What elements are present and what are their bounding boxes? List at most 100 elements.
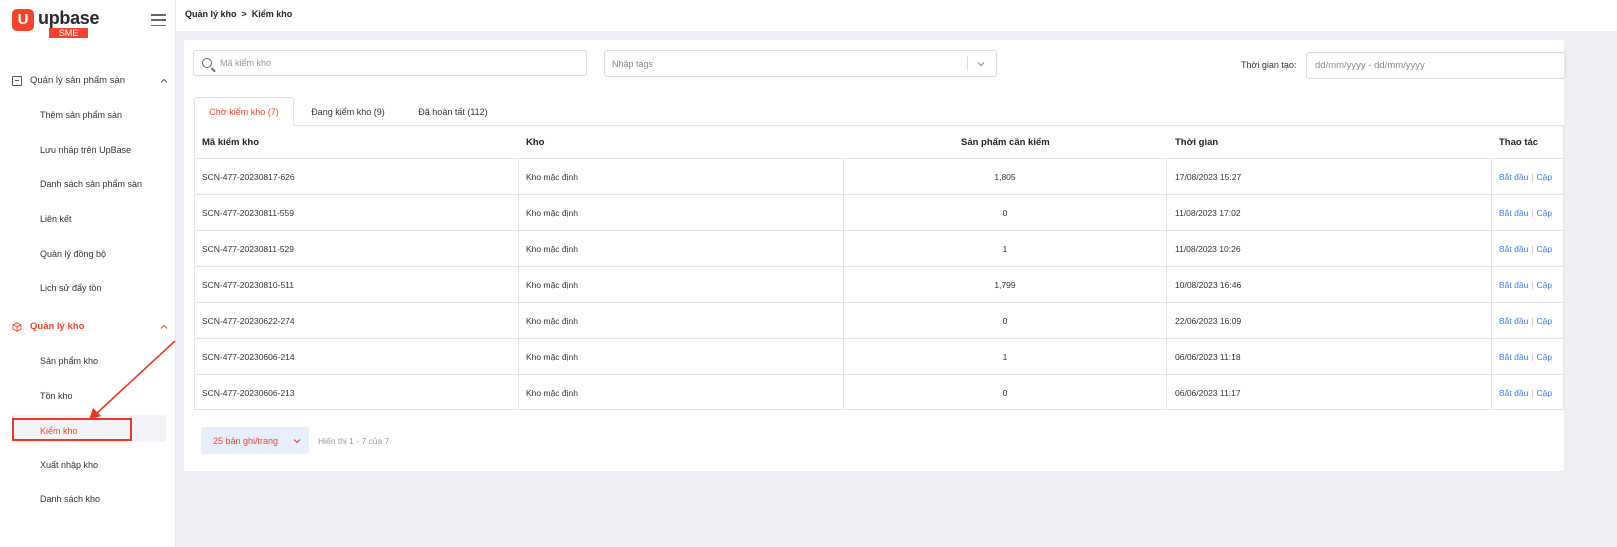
tags-select[interactable]: Nhập tags <box>604 50 997 77</box>
sidebar-group-warehouse[interactable]: Quản lý kho <box>12 321 168 332</box>
update-link[interactable]: Cập <box>1537 172 1553 182</box>
sidebar-item-links[interactable]: Liên kết <box>40 214 72 224</box>
column-header-actions: Thao tác <box>1499 137 1539 148</box>
table-row: SCN-477-20230811-529 Kho mặc định 1 11/0… <box>195 231 1563 267</box>
update-link[interactable]: Cập <box>1537 352 1553 362</box>
row-actions: Bắt đầu | Cập <box>1499 316 1553 326</box>
sidebar-item-inventory[interactable]: Tồn kho <box>40 391 73 401</box>
top-bar <box>176 0 1617 31</box>
cell-code: SCN-477-20230817-626 <box>202 172 295 182</box>
start-link[interactable]: Bắt đầu <box>1499 316 1528 326</box>
sidebar-item-import-export[interactable]: Xuất nhập kho <box>40 460 98 470</box>
cell-products: 1 <box>1002 352 1008 362</box>
chevron-up-icon <box>160 78 168 83</box>
search-icon <box>202 58 212 68</box>
tags-placeholder: Nhập tags <box>612 58 654 69</box>
cell-time: 11/08/2023 17:02 <box>1175 208 1241 218</box>
cell-products: 0 <box>1002 388 1008 398</box>
cell-warehouse: Kho mặc định <box>526 208 578 218</box>
table-row: SCN-477-20230811-559 Kho mặc định 0 11/0… <box>195 195 1563 231</box>
start-link[interactable]: Bắt đầu <box>1499 352 1528 362</box>
pagination-info: Hiển thị 1 - 7 của 7 <box>318 436 390 446</box>
cell-time: 10/08/2023 16:46 <box>1175 280 1242 290</box>
row-actions: Bắt đầu | Cập <box>1499 352 1553 362</box>
stock-check-table: Mã kiểm kho Kho Sản phẩm cần kiểm Thời g… <box>194 125 1564 410</box>
cell-warehouse: Kho mặc định <box>526 244 578 254</box>
sidebar-item-sync[interactable]: Quản lý đồng bộ <box>40 249 106 259</box>
cell-products: 1,805 <box>994 172 1016 182</box>
cell-code: SCN-477-20230606-213 <box>202 388 295 398</box>
sidebar-item-warehouse-products[interactable]: Sản phẩm kho <box>40 356 98 366</box>
cell-time: 17/08/2023 15:27 <box>1175 172 1242 182</box>
table-row: SCN-477-20230817-626 Kho mặc định 1,805 … <box>195 159 1563 195</box>
cell-products: 1,799 <box>994 280 1016 290</box>
sidebar-item-product-list[interactable]: Danh sách sản phẩm sàn <box>40 179 142 189</box>
cell-time: 06/06/2023 11:17 <box>1175 388 1241 398</box>
start-link[interactable]: Bắt đầu <box>1499 244 1528 254</box>
row-actions: Bắt đầu | Cập <box>1499 388 1553 398</box>
menu-toggle-icon[interactable] <box>151 14 166 26</box>
table-row: SCN-477-20230606-213 Kho mặc định 0 06/0… <box>195 375 1563 411</box>
row-actions: Bắt đầu | Cập <box>1499 280 1553 290</box>
sidebar-item-add-product[interactable]: Thêm sản phẩm sàn <box>40 110 122 120</box>
logo-badge: SME <box>48 28 89 38</box>
page-size-select[interactable]: 25 bản ghi/trang <box>201 427 309 454</box>
cell-code: SCN-477-20230811-559 <box>202 208 294 218</box>
table-row: SCN-477-20230606-214 Kho mặc định 1 06/0… <box>195 339 1563 375</box>
cell-code: SCN-477-20230606-214 <box>202 352 295 362</box>
logo-wordmark: upbase <box>38 8 100 28</box>
sidebar-item-stock-check[interactable]: Kiểm kho <box>40 426 78 436</box>
update-link[interactable]: Cập <box>1537 244 1553 254</box>
start-link[interactable]: Bắt đầu <box>1499 388 1528 398</box>
table-row: SCN-477-20230810-511 Kho mặc định 1,799 … <box>195 267 1563 303</box>
table-header: Mã kiểm kho Kho Sản phẩm cần kiểm Thời g… <box>195 126 1563 159</box>
breadcrumb: Quản lý kho > Kiểm kho <box>185 9 292 19</box>
tab-in-progress[interactable]: Đang kiểm kho (9) <box>305 97 391 126</box>
package-icon <box>12 321 22 332</box>
search-input[interactable]: Mã kiểm kho <box>193 50 587 76</box>
sidebar-item-drafts[interactable]: Lưu nháp trên UpBase <box>40 145 131 155</box>
update-link[interactable]: Cập <box>1537 208 1553 218</box>
column-header-time: Thời gian <box>1175 137 1219 148</box>
start-link[interactable]: Bắt đầu <box>1499 208 1528 218</box>
start-link[interactable]: Bắt đầu <box>1499 172 1528 182</box>
sidebar-group-products[interactable]: Quản lý sản phẩm sàn <box>12 75 168 86</box>
cell-products: 1 <box>1002 244 1008 254</box>
chevron-down-icon[interactable] <box>976 59 986 69</box>
column-header-products: Sản phẩm cần kiểm <box>961 137 1050 148</box>
update-link[interactable]: Cập <box>1537 316 1553 326</box>
start-link[interactable]: Bắt đầu <box>1499 280 1528 290</box>
cell-time: 06/06/2023 11:18 <box>1175 352 1241 362</box>
logo-mark: U <box>12 9 34 31</box>
breadcrumb-separator: > <box>241 9 247 19</box>
cell-code: SCN-477-20230811-529 <box>202 244 294 254</box>
sidebar-item-warehouse-list[interactable]: Danh sách kho <box>40 494 100 504</box>
row-actions: Bắt đầu | Cập <box>1499 208 1553 218</box>
table-row: SCN-477-20230622-274 Kho mặc định 0 22/0… <box>195 303 1563 339</box>
cell-code: SCN-477-20230622-274 <box>202 316 295 326</box>
cell-products: 0 <box>1002 316 1008 326</box>
update-link[interactable]: Cập <box>1537 388 1553 398</box>
column-header-code: Mã kiểm kho <box>202 137 260 148</box>
breadcrumb-parent[interactable]: Quản lý kho <box>185 9 237 19</box>
row-actions: Bắt đầu | Cập <box>1499 244 1553 254</box>
cell-warehouse: Kho mặc định <box>526 280 578 290</box>
cell-time: 11/08/2023 10:26 <box>1175 244 1241 254</box>
tab-completed[interactable]: Đã hoàn tất (112) <box>410 97 496 126</box>
row-actions: Bắt đầu | Cập <box>1499 172 1553 182</box>
sidebar: U upbase SME Quản lý sản phẩm sàn Thêm s… <box>0 0 176 547</box>
chevron-up-icon <box>160 324 168 329</box>
tab-pending[interactable]: Chờ kiểm kho (7) <box>194 97 294 126</box>
page-size-value: 25 bản ghi/trang <box>213 435 279 446</box>
column-header-warehouse: Kho <box>526 137 545 148</box>
cell-time: 22/06/2023 16:09 <box>1175 316 1242 326</box>
search-placeholder: Mã kiểm kho <box>220 58 272 68</box>
sidebar-item-stock-history[interactable]: Lịch sử đẩy tồn <box>40 283 102 293</box>
update-link[interactable]: Cập <box>1537 280 1553 290</box>
cell-products: 0 <box>1002 208 1008 218</box>
cell-warehouse: Kho mặc định <box>526 352 578 362</box>
brand-logo[interactable]: U upbase SME <box>12 8 100 38</box>
date-range-input[interactable]: dd/mm/yyyy - dd/mm/yyyy <box>1306 52 1566 79</box>
cell-warehouse: Kho mặc định <box>526 172 578 182</box>
breadcrumb-current: Kiểm kho <box>251 9 293 19</box>
